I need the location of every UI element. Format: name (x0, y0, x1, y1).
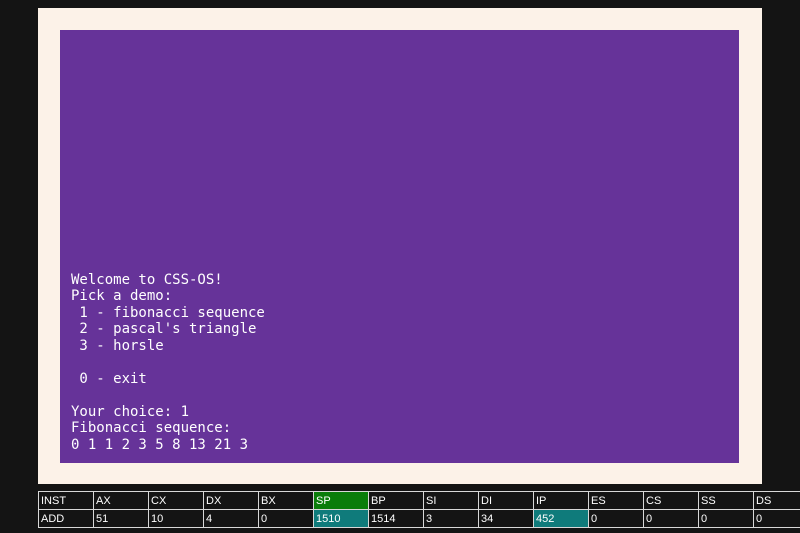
terminal-line: Welcome to CSS-OS! (71, 271, 223, 288)
register-header-ip: IP (533, 491, 589, 510)
register-header-cs: CS (643, 491, 699, 510)
register-header-inst: INST (38, 491, 94, 510)
register-value-si: 3 (423, 509, 479, 528)
register-value-ip: 452 (533, 509, 589, 528)
register-value-row: ADD 51 10 4 0 1510 1514 3 34 452 0 0 0 0 (38, 509, 800, 528)
register-value-sp: 1510 (313, 509, 369, 528)
terminal-line: Pick a demo: (71, 288, 173, 304)
register-table: INST AX CX DX BX SP BP SI DI IP ES CS SS… (38, 491, 800, 528)
terminal-line: Your choice: 1 (71, 403, 190, 420)
register-header-es: ES (588, 491, 644, 510)
terminal-output: Welcome to CSS-OS! Pick a demo: 1 - fibon… (71, 272, 729, 454)
register-header-cx: CX (148, 491, 204, 510)
terminal-screen: Welcome to CSS-OS! Pick a demo: 1 - fibon… (60, 30, 739, 463)
register-value-dx: 4 (203, 509, 259, 528)
register-header-dx: DX (203, 491, 259, 510)
register-value-ax: 51 (93, 509, 149, 528)
register-value-es: 0 (588, 509, 644, 528)
terminal-line: 0 - exit (71, 370, 147, 387)
register-value-bp: 1514 (368, 509, 424, 528)
register-header-row: INST AX CX DX BX SP BP SI DI IP ES CS SS… (38, 491, 800, 510)
terminal-line: 0 1 1 2 3 5 8 13 21 3 (71, 436, 249, 453)
register-value-cx: 10 (148, 509, 204, 528)
register-value-bx: 0 (258, 509, 314, 528)
register-value-inst: ADD (38, 509, 94, 528)
terminal-line: 1 - fibonacci sequence (71, 304, 265, 321)
register-value-di: 34 (478, 509, 534, 528)
terminal-line: Fibonacci sequence: (71, 420, 232, 436)
register-header-bx: BX (258, 491, 314, 510)
register-header-bp: BP (368, 491, 424, 510)
register-header-ds: DS (753, 491, 800, 510)
register-value-cs: 0 (643, 509, 699, 528)
terminal-line: 2 - pascal's triangle (71, 321, 257, 337)
register-header-si: SI (423, 491, 479, 510)
register-header-ss: SS (698, 491, 754, 510)
display-frame: Welcome to CSS-OS! Pick a demo: 1 - fibon… (38, 8, 762, 484)
terminal-line: 3 - horsle (71, 337, 164, 354)
register-value-ds: 0 (753, 509, 800, 528)
register-header-di: DI (478, 491, 534, 510)
register-header-ax: AX (93, 491, 149, 510)
register-value-ss: 0 (698, 509, 754, 528)
register-header-sp: SP (313, 491, 369, 510)
